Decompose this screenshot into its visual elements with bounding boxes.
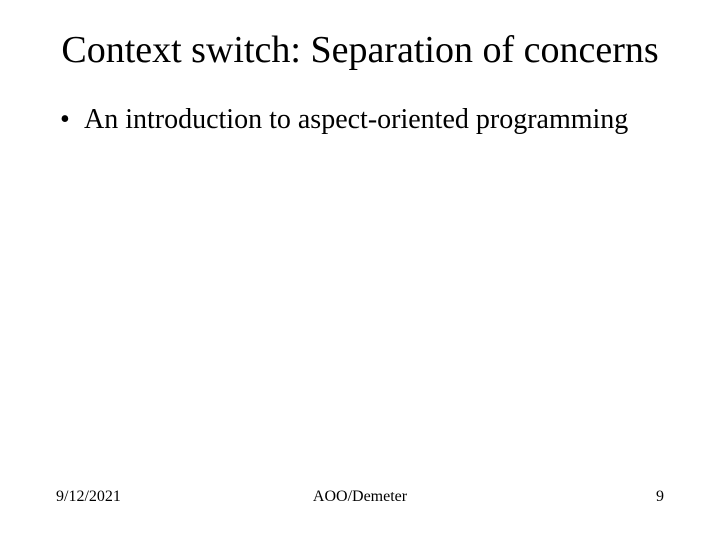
footer: 9/12/2021 AOO/Demeter 9 xyxy=(0,488,720,506)
bullet-list: An introduction to aspect-oriented progr… xyxy=(58,102,662,137)
footer-date: 9/12/2021 xyxy=(56,488,121,506)
footer-center: AOO/Demeter xyxy=(313,488,407,506)
bullet-item: An introduction to aspect-oriented progr… xyxy=(58,102,662,137)
slide: Context switch: Separation of concerns A… xyxy=(0,0,720,540)
slide-title: Context switch: Separation of concerns xyxy=(58,28,662,74)
footer-page-number: 9 xyxy=(656,488,664,506)
